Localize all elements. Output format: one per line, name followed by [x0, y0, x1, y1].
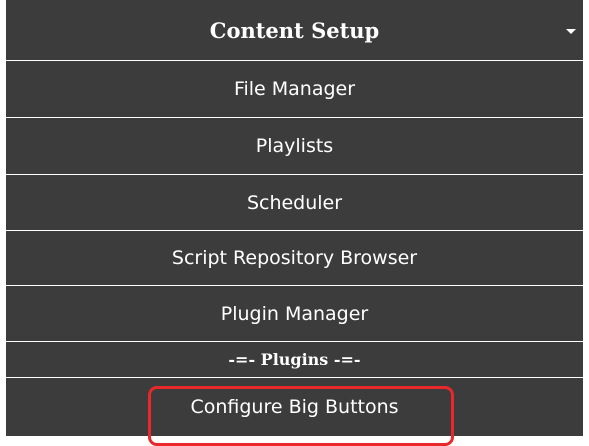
plugins-section-divider: -=- Plugins -=- [6, 341, 583, 377]
menu-item-label: Plugin Manager [220, 302, 369, 325]
menu-item-script-repository-browser[interactable]: Script Repository Browser [6, 230, 583, 285]
caret-down-icon[interactable] [566, 29, 576, 34]
content-setup-menu: Content Setup File Manager Playlists Sch… [6, 0, 583, 436]
menu-item-label: Scheduler [246, 191, 343, 214]
section-divider-label: -=- Plugins -=- [228, 350, 361, 369]
menu-item-scheduler[interactable]: Scheduler [6, 174, 583, 230]
menu-item-label: Configure Big Buttons [190, 396, 399, 418]
menu-item-label: File Manager [233, 78, 356, 100]
menu-header[interactable]: Content Setup [6, 0, 583, 60]
menu-item-plugin-manager[interactable]: Plugin Manager [6, 285, 583, 341]
menu-item-label: Script Repository Browser [171, 247, 418, 269]
menu-header-title: Content Setup [209, 17, 380, 43]
menu-item-configure-big-buttons[interactable]: Configure Big Buttons [6, 377, 583, 436]
menu-item-file-manager[interactable]: File Manager [6, 60, 583, 117]
menu-item-playlists[interactable]: Playlists [6, 117, 583, 174]
menu-item-label: Playlists [255, 135, 334, 157]
